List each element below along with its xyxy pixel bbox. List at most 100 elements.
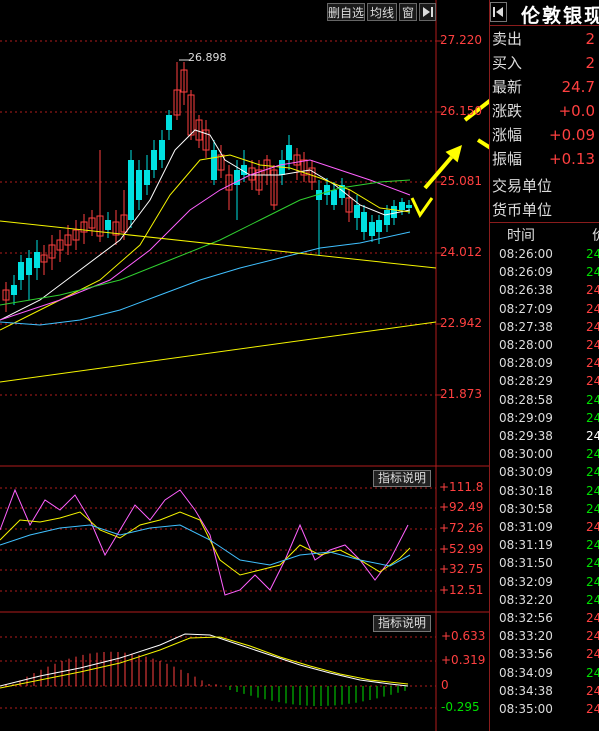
tick-time: 08:34:09 — [499, 665, 553, 680]
tick-row: 08:26:38 24 — [490, 281, 599, 299]
tick-row: 08:31:09 24 — [490, 518, 599, 536]
price-level-label: 21.873 — [440, 387, 482, 401]
candle-body — [369, 222, 375, 236]
tick-price: 24 — [586, 501, 599, 516]
tick-price: 24 — [586, 647, 599, 662]
rsi-indicator — [0, 488, 411, 596]
tick-row: 08:31:19 24 — [490, 536, 599, 554]
tick-price: 24 — [586, 483, 599, 498]
tick-price: 24 — [586, 247, 599, 261]
tick-time: 08:31:09 — [499, 520, 553, 534]
tick-price: 24 — [586, 520, 599, 534]
tick-time: 08:33:20 — [499, 629, 553, 644]
quote-row-value: +0.0 — [558, 102, 595, 120]
candle-body — [128, 160, 134, 220]
rsi-explain-button[interactable]: 指标说明 — [373, 470, 431, 487]
quote-row-label: 振幅 — [492, 150, 523, 168]
price-level-label: 25.081 — [440, 174, 482, 188]
play-to-end-icon[interactable] — [419, 3, 436, 21]
tick-price: 24 — [586, 392, 599, 407]
annotation-arrows — [410, 98, 489, 218]
divider — [490, 25, 599, 26]
rsi-level-label: +111.8 — [439, 480, 484, 494]
quote-row: 货币单位 — [490, 198, 599, 222]
price-level-label: 27.220 — [440, 33, 482, 47]
peak-price-annotation: 26.898 — [188, 51, 227, 64]
tick-price: 24 — [586, 611, 599, 625]
tick-price: 24 — [586, 465, 599, 480]
rsi-level-label: +52.99 — [439, 542, 484, 556]
candle-body — [384, 210, 390, 225]
window-button[interactable]: 窗 — [399, 3, 417, 21]
quote-row: 涨幅 +0.09 — [490, 123, 599, 147]
candle-body — [18, 262, 24, 280]
tick-price: 24 — [586, 538, 599, 553]
tick-price: 24 — [586, 283, 599, 298]
ticks-header-time: 时间 — [507, 228, 535, 244]
support-trendline — [0, 321, 437, 383]
tick-time: 08:30:58 — [499, 501, 553, 516]
candle-body — [331, 190, 337, 205]
quote-row-value: +0.09 — [549, 126, 595, 144]
tick-price: 24 — [586, 429, 599, 443]
tick-row: 08:26:00 24 — [490, 245, 599, 263]
tick-row: 08:33:20 24 — [490, 627, 599, 645]
delete-watchlist-button[interactable]: 删自选 — [327, 3, 365, 21]
candle-body — [136, 170, 142, 200]
candle-body — [26, 258, 32, 275]
quote-row-label: 货币单位 — [492, 201, 553, 219]
quote-row-label: 涨跌 — [492, 102, 523, 120]
tick-row: 08:28:00 24 — [490, 336, 599, 354]
ma-line-button[interactable]: 均线 — [367, 3, 397, 21]
candle-body — [324, 185, 330, 195]
rsi-fast-line — [0, 488, 409, 596]
quote-row: 涨跌 +0.0 — [490, 99, 599, 123]
tick-price: 24 — [586, 683, 599, 698]
tick-row: 08:32:09 24 — [490, 573, 599, 591]
tick-price: 24 — [586, 374, 599, 389]
tick-time: 08:34:38 — [499, 683, 553, 698]
arrow-shaft — [476, 138, 489, 150]
tick-row: 08:30:00 24 — [490, 445, 599, 463]
macd-level-label: 0 — [441, 678, 449, 692]
tick-price: 24 — [586, 356, 599, 371]
candle-body — [144, 170, 150, 185]
tick-row: 08:32:56 24 — [490, 609, 599, 627]
quote-row: 卖出 2 — [490, 27, 599, 51]
candle-body — [406, 205, 412, 208]
tick-price: 24 — [586, 574, 599, 589]
tick-time: 08:30:09 — [499, 465, 553, 480]
candle-body — [34, 252, 40, 268]
tick-row: 08:27:09 24 — [490, 300, 599, 318]
candle-body — [211, 150, 217, 180]
tick-time: 08:26:38 — [499, 283, 553, 298]
tick-time: 08:27:09 — [499, 301, 553, 316]
tick-row: 08:28:29 24 — [490, 372, 599, 390]
quote-row-label: 卖出 — [492, 30, 523, 48]
tick-row: 08:29:38 24 — [490, 427, 599, 445]
tick-row: 08:30:18 24 — [490, 482, 599, 500]
tick-time: 08:28:58 — [499, 392, 553, 407]
macd-explain-button[interactable]: 指标说明 — [373, 615, 431, 632]
divider — [490, 222, 599, 223]
macd-level-label: +0.633 — [441, 629, 486, 643]
tick-time: 08:31:19 — [499, 538, 553, 553]
quote-row-label: 买入 — [492, 54, 523, 72]
tick-row: 08:28:58 24 — [490, 391, 599, 409]
tick-time: 08:26:00 — [499, 247, 553, 261]
tick-time: 08:30:18 — [499, 483, 553, 498]
left-arrow-icon[interactable] — [490, 2, 507, 22]
tick-time: 08:30:00 — [499, 447, 553, 462]
rsi-level-label: +32.75 — [439, 562, 484, 576]
quote-row-value: 24.7 — [561, 78, 595, 96]
tick-price: 24 — [586, 265, 599, 280]
quote-row-label: 涨幅 — [492, 126, 523, 144]
tick-row: 08:32:20 24 — [490, 591, 599, 609]
moving-average-lines — [0, 129, 411, 331]
candle-body — [361, 212, 367, 232]
tick-row: 08:30:58 24 — [490, 500, 599, 518]
candle-body — [166, 115, 172, 130]
tick-time: 08:28:29 — [499, 374, 553, 389]
tick-row: 08:26:09 24 — [490, 263, 599, 281]
candle-body — [286, 145, 292, 160]
